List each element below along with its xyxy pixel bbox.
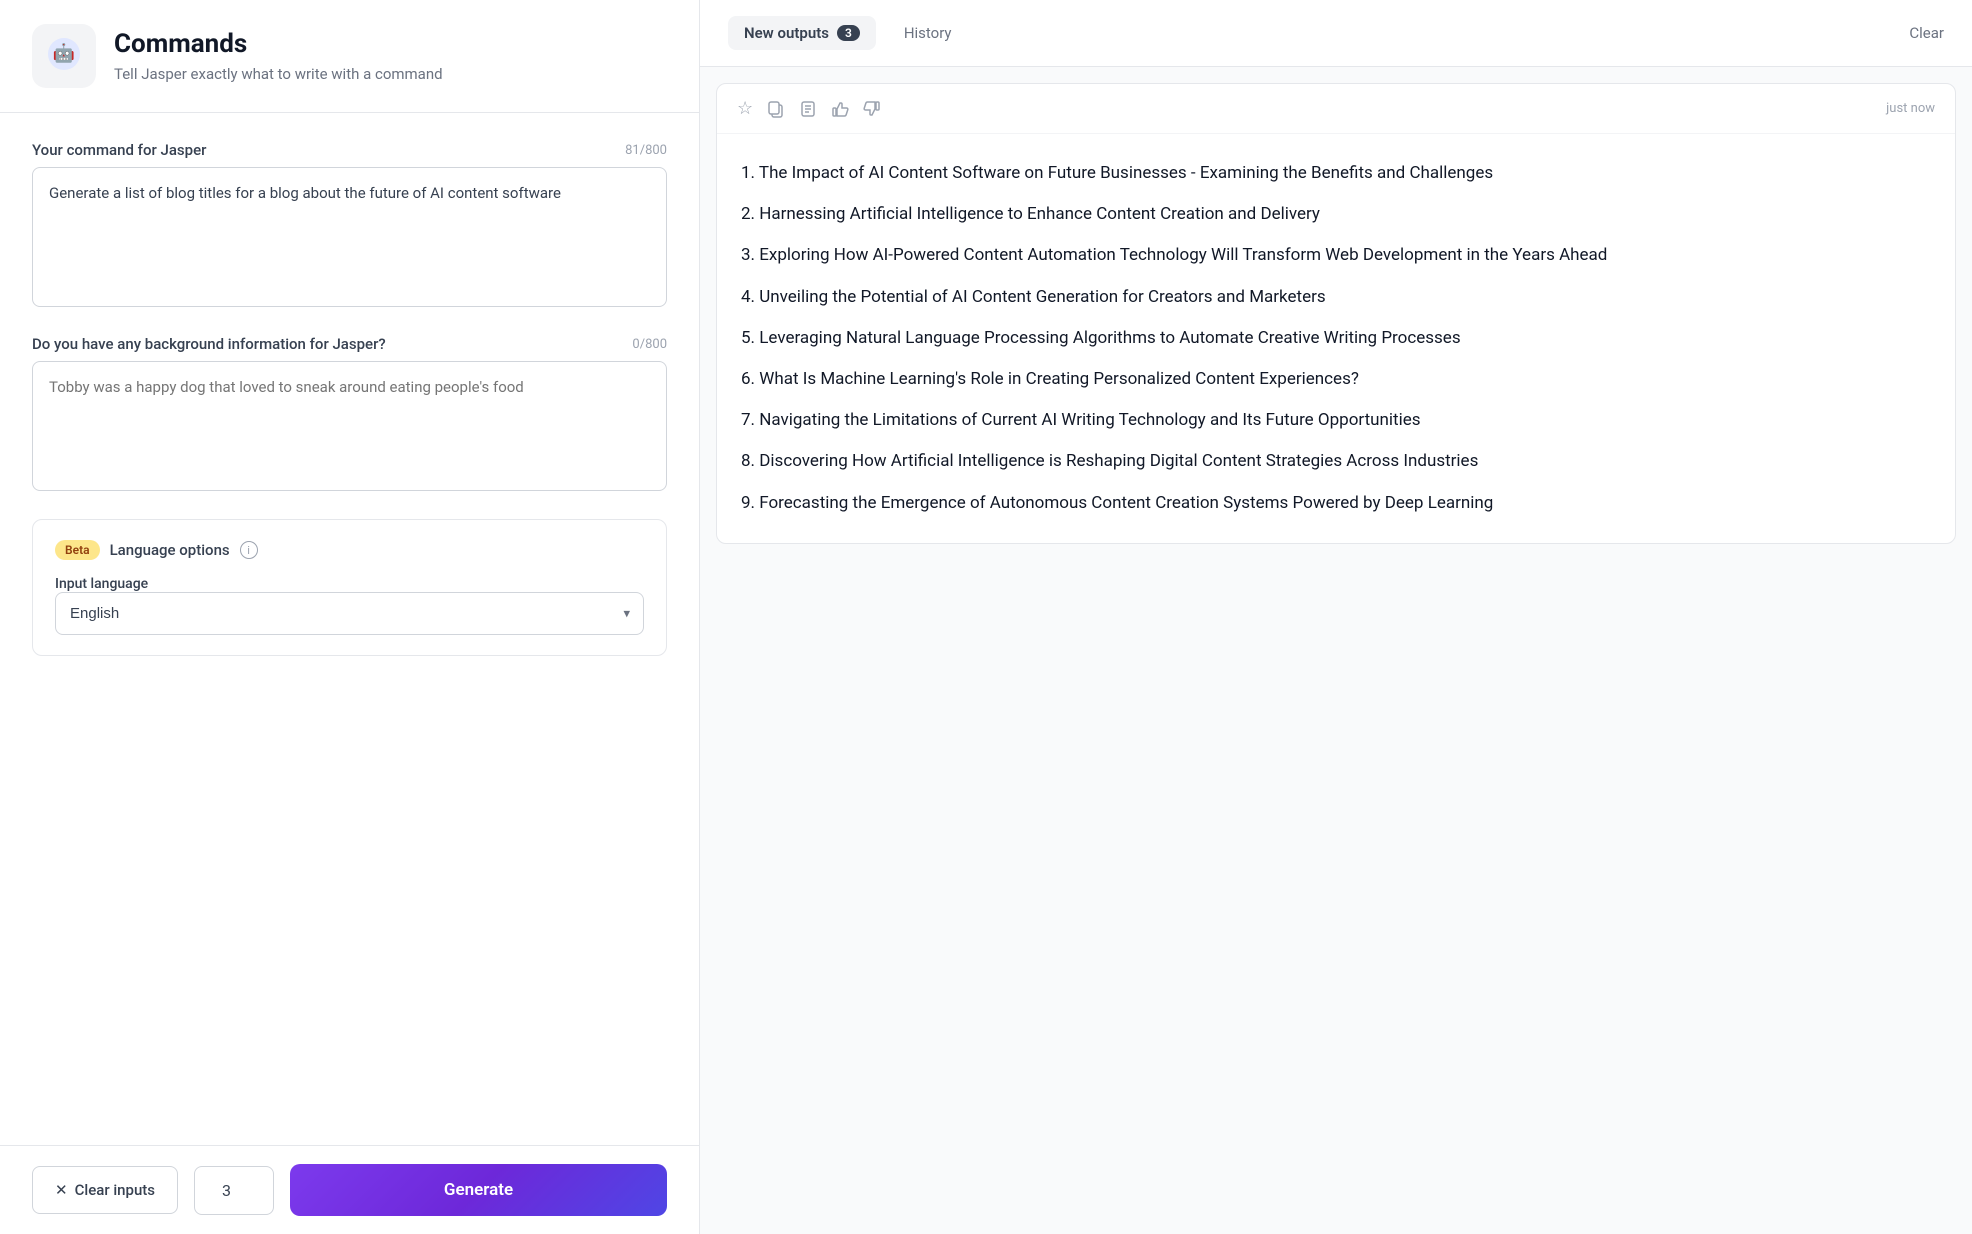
output-list-item: 5. Leveraging Natural Language Processin…	[741, 317, 1931, 358]
output-list-item: 2. Harnessing Artificial Intelligence to…	[741, 193, 1931, 234]
command-field-group: Your command for Jasper 81/800 Generate …	[32, 141, 667, 307]
input-language-group: Input language English Spanish French Ge…	[55, 576, 644, 635]
document-icon[interactable]	[799, 100, 817, 118]
bottom-bar: ✕ Clear inputs Generate	[0, 1145, 699, 1234]
clear-inputs-label: Clear inputs	[75, 1181, 155, 1199]
right-panel: New outputs 3 History Clear ☆	[700, 0, 1972, 1234]
command-label-row: Your command for Jasper 81/800	[32, 141, 667, 159]
clear-inputs-button[interactable]: ✕ Clear inputs	[32, 1166, 178, 1214]
output-body: 1. The Impact of AI Content Software on …	[717, 134, 1955, 543]
output-actions: ☆	[737, 98, 881, 119]
output-list-item: 8. Discovering How Artificial Intelligen…	[741, 440, 1931, 481]
svg-text:🤖: 🤖	[53, 42, 75, 64]
thumbs-up-icon[interactable]	[831, 100, 849, 118]
right-content: ☆ just now 1. The Imp	[700, 67, 1972, 1234]
language-info-icon[interactable]: i	[240, 541, 258, 559]
background-field-group: Do you have any background information f…	[32, 335, 667, 491]
command-textarea[interactable]: Generate a list of blog titles for a blo…	[32, 167, 667, 307]
background-label-row: Do you have any background information f…	[32, 335, 667, 353]
star-icon[interactable]: ☆	[737, 98, 753, 119]
language-header: Beta Language options i	[55, 540, 644, 560]
header-text: Commands Tell Jasper exactly what to wri…	[114, 29, 443, 82]
output-count-input[interactable]	[194, 1166, 274, 1215]
thumbs-down-icon[interactable]	[863, 100, 881, 118]
commands-icon: 🤖	[46, 36, 82, 76]
copy-icon[interactable]	[767, 100, 785, 118]
left-content: Your command for Jasper 81/800 Generate …	[0, 113, 699, 1145]
output-list-item: 1. The Impact of AI Content Software on …	[741, 154, 1931, 193]
tab-new-outputs[interactable]: New outputs 3	[728, 16, 876, 50]
beta-badge: Beta	[55, 540, 100, 560]
output-list: 1. The Impact of AI Content Software on …	[741, 154, 1931, 523]
output-list-item: 9. Forecasting the Emergence of Autonomo…	[741, 482, 1931, 523]
page-title: Commands	[114, 29, 443, 60]
language-select-wrap: English Spanish French German ▾	[55, 592, 644, 635]
output-card-header: ☆ just now	[717, 84, 1955, 134]
output-list-item: 4. Unveiling the Potential of AI Content…	[741, 276, 1931, 317]
background-char-count: 0/800	[632, 337, 667, 352]
output-card: ☆ just now 1. The Imp	[716, 83, 1956, 544]
command-label: Your command for Jasper	[32, 141, 206, 159]
page-subtitle: Tell Jasper exactly what to write with a…	[114, 65, 443, 83]
tab-history[interactable]: History	[888, 16, 968, 50]
background-textarea[interactable]	[32, 361, 667, 491]
generate-button[interactable]: Generate	[290, 1164, 667, 1216]
x-icon: ✕	[55, 1181, 68, 1199]
tab-new-outputs-badge: 3	[837, 25, 860, 41]
clear-outputs-link[interactable]: Clear	[1909, 24, 1944, 42]
background-label: Do you have any background information f…	[32, 335, 386, 353]
output-list-item: 3. Exploring How AI-Powered Content Auto…	[741, 234, 1931, 275]
output-list-item: 7. Navigating the Limitations of Current…	[741, 399, 1931, 440]
left-panel: 🤖 Commands Tell Jasper exactly what to w…	[0, 0, 700, 1234]
language-section: Beta Language options i Input language E…	[32, 519, 667, 656]
header-icon-wrap: 🤖	[32, 24, 96, 88]
page-header: 🤖 Commands Tell Jasper exactly what to w…	[0, 0, 699, 113]
language-select[interactable]: English Spanish French German	[55, 592, 644, 635]
command-char-count: 81/800	[625, 143, 667, 158]
input-lang-label: Input language	[55, 576, 644, 592]
tab-new-outputs-label: New outputs	[744, 24, 829, 42]
output-timestamp: just now	[1886, 101, 1935, 116]
output-list-item: 6. What Is Machine Learning's Role in Cr…	[741, 358, 1931, 399]
language-options-title: Language options	[110, 541, 230, 559]
right-header: New outputs 3 History Clear	[700, 0, 1972, 67]
